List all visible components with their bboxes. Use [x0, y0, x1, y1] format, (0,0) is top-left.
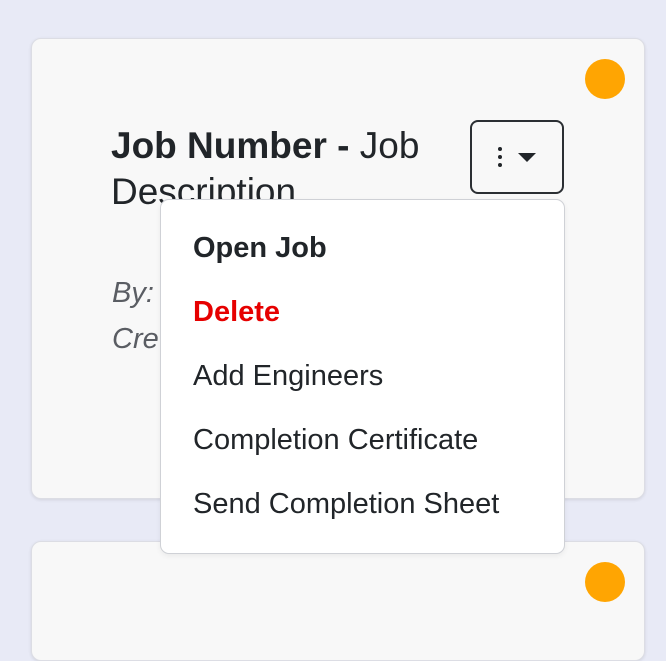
job-actions-menu: Open Job Delete Add Engineers Completion…: [160, 199, 565, 554]
caret-down-icon: [518, 152, 536, 162]
status-indicator-next: [585, 562, 625, 602]
menu-item-send-completion-sheet[interactable]: Send Completion Sheet: [161, 472, 564, 536]
job-author-label: By:: [112, 277, 154, 309]
menu-item-completion-certificate[interactable]: Completion Certificate: [161, 408, 564, 472]
menu-item-delete[interactable]: Delete: [161, 280, 564, 344]
menu-item-add-engineers[interactable]: Add Engineers: [161, 344, 564, 408]
job-meta: By: Cre: [112, 270, 159, 362]
menu-item-open-job[interactable]: Open Job: [161, 216, 564, 280]
job-actions-dropdown-button[interactable]: [470, 120, 564, 194]
kebab-icon: [498, 147, 502, 167]
job-number-label: Job Number -: [111, 125, 360, 166]
job-card-next: [31, 541, 645, 661]
status-indicator: [585, 59, 625, 99]
job-created-label: Cre: [112, 323, 159, 355]
